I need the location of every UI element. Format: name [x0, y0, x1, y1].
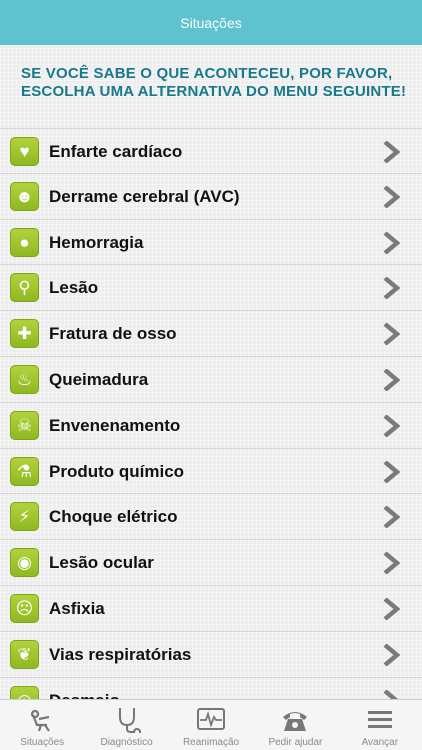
chevron-right-icon — [383, 460, 400, 483]
telephone-icon — [283, 712, 308, 731]
menu-icon — [367, 711, 392, 728]
content-area: SE VOCÊ SABE O QUE ACONTECEU, POR FAVOR,… — [0, 45, 422, 699]
chevron-right-icon — [383, 552, 400, 575]
list-item[interactable]: ☹ Asfixia — [0, 586, 422, 632]
list-item-label: Lesão — [49, 278, 99, 298]
list-item[interactable]: ⚲ Lesão — [0, 265, 422, 312]
list-item[interactable]: ⚡ Choque elétrico — [0, 494, 422, 541]
bone-icon: ✚ — [10, 319, 39, 349]
list-item[interactable]: ☠ Envenenamento — [0, 403, 422, 449]
lungs-icon: ❦ — [10, 639, 39, 669]
list-item-label: Asfixia — [49, 598, 105, 618]
chevron-right-icon — [383, 185, 400, 208]
tab-label: Pedir ajudar — [268, 737, 323, 748]
list-item-label: Vias respiratórias — [49, 644, 192, 664]
tab-label: Avançar — [361, 737, 399, 748]
list-item[interactable]: ● Hemorragia — [0, 220, 422, 266]
list-item-label: Hemorragia — [49, 232, 144, 252]
chevron-right-icon — [383, 643, 400, 666]
list-item-label: Fratura de osso — [49, 324, 177, 344]
list-item-label: Choque elétrico — [49, 507, 178, 527]
list-item[interactable]: ⚗ Produto químico — [0, 449, 422, 495]
list-item[interactable]: ❦ Vias respiratórias — [0, 632, 422, 678]
chevron-right-icon — [383, 141, 400, 163]
list-item[interactable]: ◉ Lesão ocular — [0, 540, 422, 586]
chevron-right-icon — [383, 506, 400, 529]
list-item[interactable]: ✚ Fratura de osso — [0, 311, 422, 357]
flame-icon: ♨ — [10, 364, 39, 394]
tab-menu[interactable]: Avançar — [338, 700, 422, 750]
list-item[interactable]: ♥ Enfarte cardíaco — [0, 128, 422, 174]
intro-text: SE VOCÊ SABE O QUE ACONTECEU, POR FAVOR,… — [21, 65, 407, 100]
chevron-right-icon — [383, 231, 400, 254]
ekg-monitor-icon — [197, 708, 226, 730]
choking-icon: ☹ — [10, 593, 39, 623]
tab-label: Reanimação — [182, 737, 240, 748]
stethoscope-icon — [118, 708, 141, 733]
skull-icon: ☠ — [10, 410, 39, 440]
list-item-label: Produto químico — [49, 461, 185, 481]
list-item[interactable]: ◎ Desmaio — [0, 678, 422, 699]
injured-person-icon: ⚲ — [10, 273, 39, 303]
chevron-right-icon — [383, 323, 400, 346]
blood-drop-icon: ● — [10, 227, 39, 257]
navigation-bar: Situações — [0, 0, 422, 45]
patient-icon — [31, 709, 51, 732]
chevron-right-icon — [383, 277, 400, 300]
tab-ekg-monitor[interactable]: Reanimação — [169, 700, 253, 750]
tab-label: Diagnóstico — [100, 737, 153, 748]
chevron-right-icon — [383, 368, 400, 391]
list-item[interactable]: ☻ Derrame cerebral (AVC) — [0, 174, 422, 220]
eye-icon: ◉ — [10, 548, 39, 578]
list-item[interactable]: ♨ Queimadura — [0, 357, 422, 403]
tab-label: Situações — [20, 737, 65, 748]
page-title: Situações — [180, 15, 242, 31]
chemical-icon: ⚗ — [10, 456, 39, 486]
tab-patient[interactable]: Situações — [0, 700, 84, 750]
lightning-icon: ⚡ — [10, 502, 39, 532]
list-item-label: Desmaio — [49, 691, 120, 699]
list-item-label: Queimadura — [49, 369, 149, 389]
spiral-icon: ◎ — [10, 685, 39, 699]
broken-heart-icon: ♥ — [10, 137, 39, 166]
chevron-right-icon — [383, 597, 400, 620]
chevron-right-icon — [383, 414, 400, 437]
tab-telephone[interactable]: Pedir ajudar — [253, 700, 337, 750]
chevron-right-icon — [383, 689, 399, 699]
situations-list: ♥ Enfarte cardíaco ☻ Derrame cerebral (AVC)… — [0, 128, 422, 699]
list-item-label: Lesão ocular — [49, 553, 154, 573]
head-icon: ☻ — [10, 181, 39, 211]
list-item-label: Enfarte cardíaco — [49, 142, 183, 161]
tab-stethoscope[interactable]: Diagnóstico — [84, 700, 168, 750]
list-item-label: Derrame cerebral (AVC) — [49, 186, 240, 206]
list-item-label: Envenenamento — [49, 415, 181, 435]
tab-bar: Situações Diagnóstico Reanimação Pedir ajud… — [0, 699, 422, 750]
